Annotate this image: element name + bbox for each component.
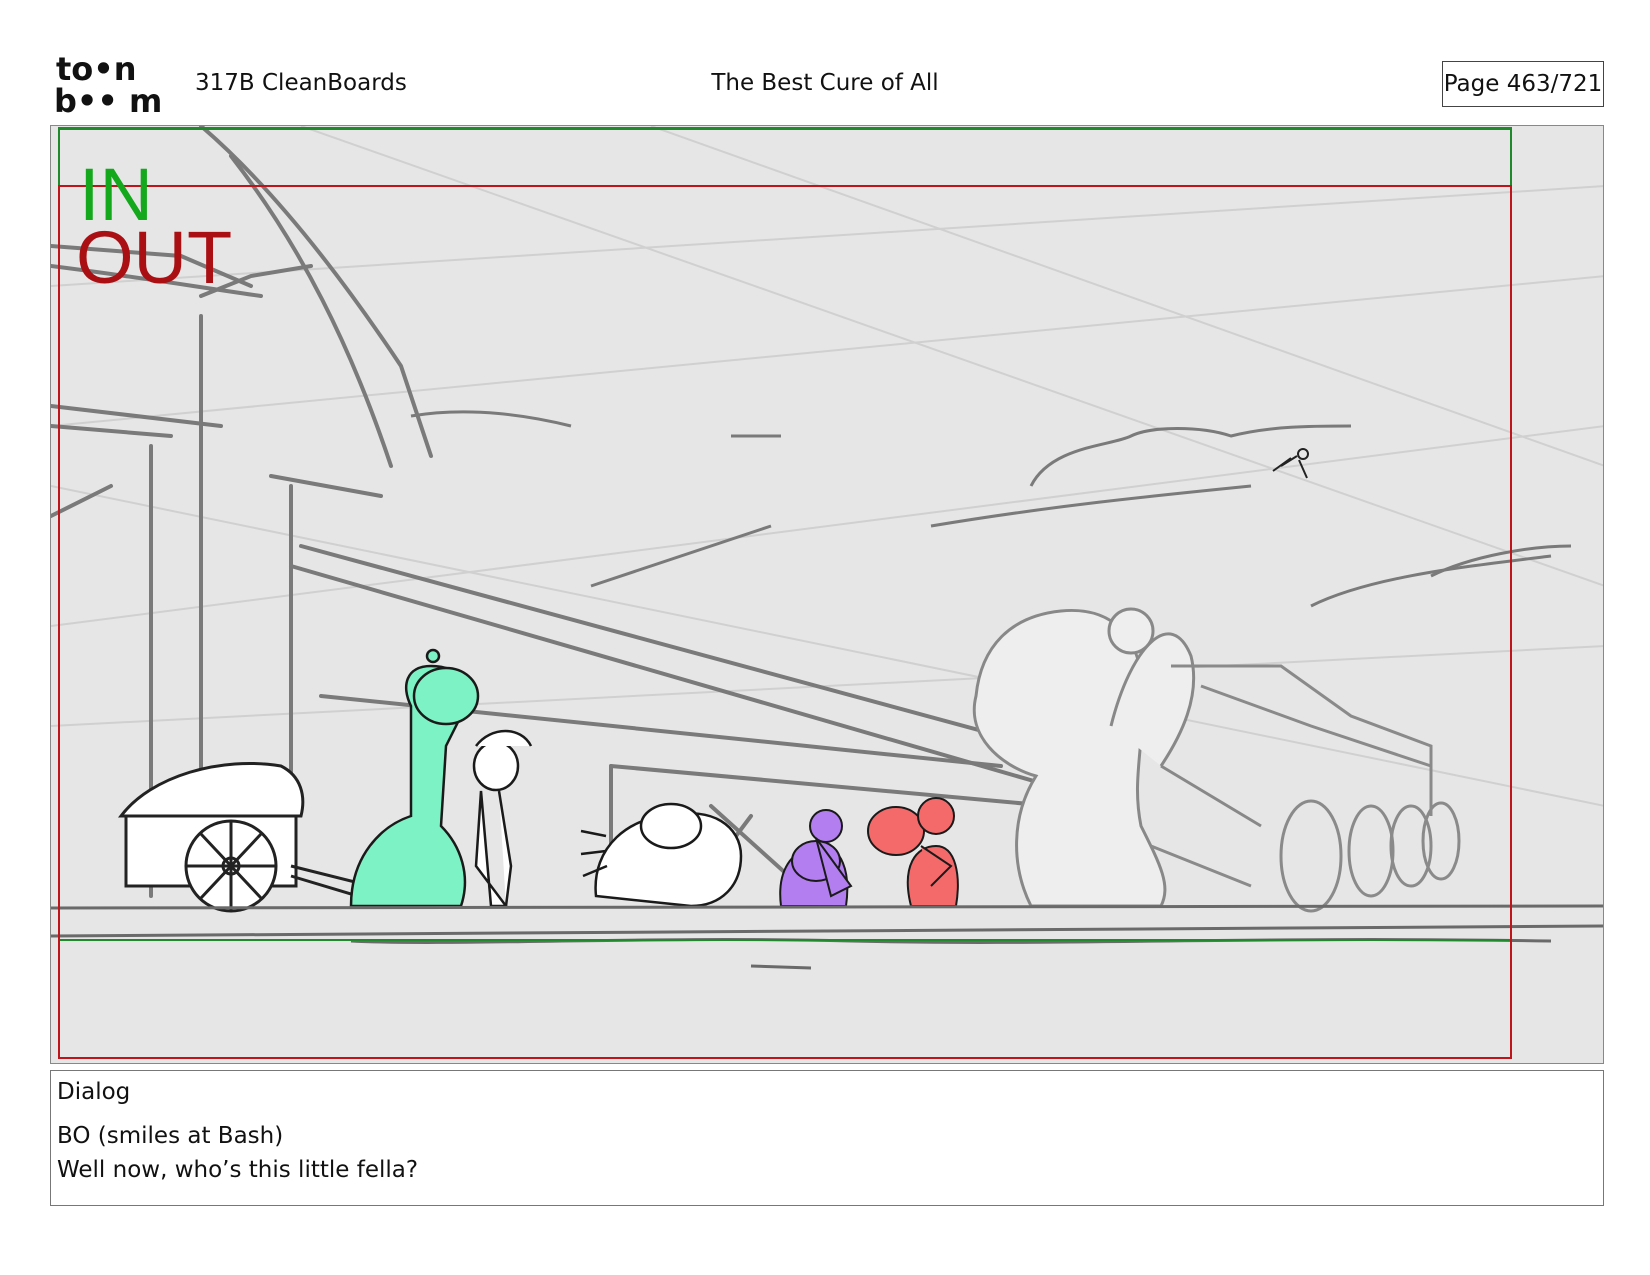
green-dino-character bbox=[349, 648, 480, 908]
dialog-line: Well now, who’s this little fella? bbox=[57, 1157, 419, 1183]
dialog-line: BO (smiles at Bash) bbox=[57, 1123, 284, 1149]
clouds-sketch bbox=[410, 410, 1572, 608]
armored-creature-character bbox=[580, 802, 743, 908]
purple-characters bbox=[779, 809, 853, 907]
red-characters bbox=[867, 797, 959, 907]
dialog-heading: Dialog bbox=[57, 1079, 131, 1105]
bird-sketch bbox=[1272, 448, 1309, 479]
out-frame-label: OUT bbox=[76, 216, 233, 299]
panel-artwork bbox=[51, 126, 1603, 1059]
child-character bbox=[472, 729, 533, 908]
storyboard-panel: IN OUT bbox=[50, 125, 1604, 1064]
page-number: Page 463/721 bbox=[1442, 61, 1604, 107]
page-title: The Best Cure of All bbox=[711, 70, 939, 96]
dialog-box: Dialog BO (smiles at Bash) Well now, who… bbox=[50, 1070, 1604, 1206]
ground-lines bbox=[51, 904, 1603, 970]
big-dino-character bbox=[972, 607, 1262, 908]
perspective-guides bbox=[51, 126, 1603, 807]
